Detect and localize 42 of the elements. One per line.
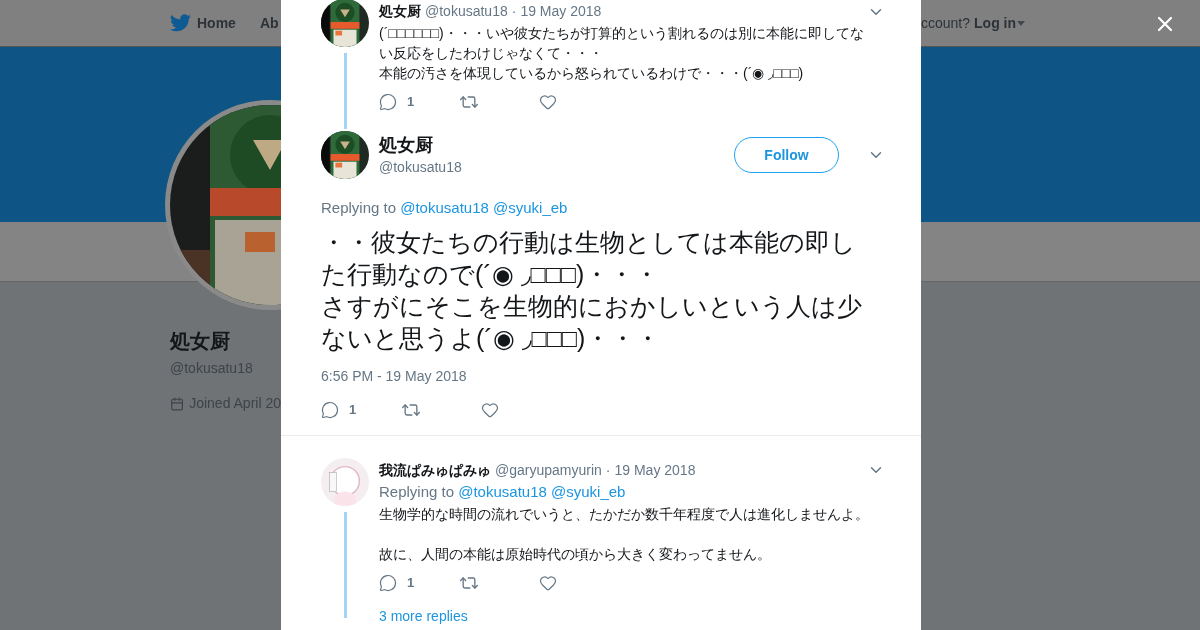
user-name[interactable]: 処女厨 — [379, 1, 421, 22]
tweet-text: さすがにそこを生物的におかしいという人は少ないと思うよ(´◉ ◞□□□)・・・ — [321, 290, 863, 354]
separator-dot: · — [605, 460, 611, 480]
reply-icon[interactable] — [379, 93, 397, 111]
calendar-icon — [170, 395, 185, 412]
reply-icon[interactable] — [321, 400, 339, 419]
tweet-date[interactable]: 19 May 2018 — [520, 1, 602, 22]
tweet-text: (´□□□□□□)・・・いや彼女たちが打算的という割れるのは別に本能に即してない反応をしたわけじゃなくて・・・ — [379, 24, 865, 63]
mention-link[interactable]: @tokusatu18 — [458, 482, 547, 500]
reply-icon[interactable] — [379, 574, 397, 592]
profile-name: 処女厨 — [170, 329, 231, 354]
caret-icon — [1017, 20, 1026, 26]
tweet-text: 本能の汚さを体現しているから怒られているわけで・・・(´◉ ◞□□□) — [379, 64, 805, 83]
nav-link[interactable]: Home — [170, 12, 236, 34]
replying-to-text: Replying to @tokusatu18 @syuki_eb — [379, 481, 627, 502]
tweet-text: 故に、人間の本能は原始時代の頃から大きく変わってません。 — [379, 545, 772, 564]
reply-count: 1 — [407, 93, 415, 112]
tweet-date[interactable]: 19 May 2018 — [614, 459, 696, 481]
mention-link[interactable]: @tokusatu18 — [400, 199, 489, 216]
like-icon[interactable] — [481, 400, 499, 419]
user-handle[interactable]: @tokusatu18 — [425, 1, 508, 22]
user-handle[interactable]: @garyupamyurin — [495, 459, 602, 481]
reply-count: 1 — [349, 400, 357, 419]
account-prompt: ccount? — [921, 13, 971, 33]
like-icon[interactable] — [539, 574, 557, 592]
user-name[interactable]: 我流ぱみゅぱみゅ — [379, 459, 491, 481]
tweet-text: ・・彼女たちの行動は生物としては本能の即した行動なので(´◉ ◞□□□)・・・ — [321, 226, 857, 290]
more-replies-link[interactable]: 3 more replies — [379, 608, 468, 624]
user-handle[interactable]: @tokusatu18 — [379, 156, 724, 178]
thread-dots-icon — [343, 608, 347, 618]
like-icon[interactable] — [539, 93, 557, 111]
bird-icon — [170, 14, 191, 32]
tweet-text: 生物学的な時間の流れでいうと、たかだか数千年程度で人は進化しませんよ。 — [379, 505, 870, 524]
user-name[interactable]: 処女厨 — [379, 132, 724, 157]
mention-link[interactable]: @syuki_eb — [551, 482, 626, 500]
mention-link[interactable]: @syuki_eb — [493, 199, 568, 216]
nav-link[interactable]: Ab — [259, 12, 279, 34]
login-button[interactable]: Log in — [974, 12, 1026, 34]
tweet-timestamp: 6:56 PM - 19 May 2018 — [321, 366, 468, 386]
replying-to-text: Replying to @tokusatu18 @syuki_eb — [321, 198, 569, 218]
reply-count: 1 — [407, 574, 415, 593]
separator-dot: · — [511, 2, 517, 21]
